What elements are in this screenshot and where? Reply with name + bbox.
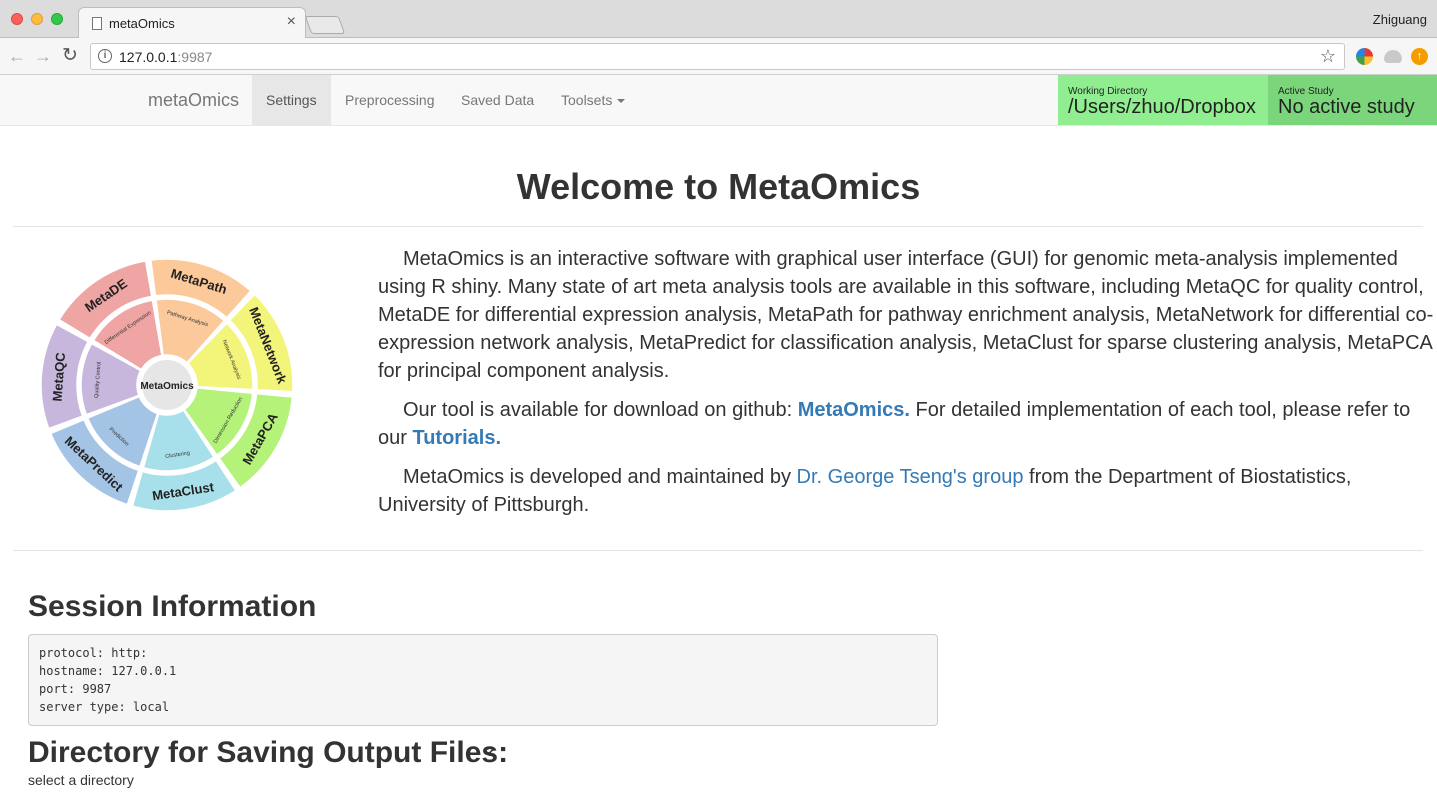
extension-color-icon[interactable] <box>1356 48 1373 65</box>
address-toolbar: ← → ↻ i 127.0.0.1:9987 ☆ ↑ <box>0 38 1437 75</box>
tutorials-link[interactable]: Tutorials. <box>412 427 501 449</box>
reload-icon[interactable]: ↻ <box>62 46 78 66</box>
help-icon[interactable]: ? <box>486 744 494 759</box>
tab-settings[interactable]: Settings <box>252 75 331 125</box>
tab-preprocessing[interactable]: Preprocessing <box>331 75 449 125</box>
tab-saved-data[interactable]: Saved Data <box>447 75 548 125</box>
new-tab-button[interactable] <box>304 16 346 34</box>
minimize-window-button[interactable] <box>31 13 43 25</box>
session-info-block: protocol: http: hostname: 127.0.0.1 port: … <box>28 634 938 726</box>
bookmark-star-icon[interactable]: ☆ <box>1320 46 1336 67</box>
active-study-value: No active study <box>1278 96 1415 118</box>
github-link[interactable]: MetaOmics. <box>798 399 910 421</box>
intro-text: MetaOmics is an interactive software wit… <box>378 245 1437 530</box>
directory-heading: Directory for Saving Output Files: <box>28 736 509 769</box>
caret-down-icon <box>617 99 626 104</box>
session-line: port: 9987 <box>39 682 112 696</box>
document-icon <box>92 17 102 30</box>
intro-p3-text-a: MetaOmics is developed and maintained by <box>403 466 797 488</box>
page-title: Welcome to MetaOmics <box>516 166 921 207</box>
url-text[interactable]: 127.0.0.1:9987 <box>119 49 212 65</box>
tab-close-icon[interactable]: × <box>287 13 296 31</box>
working-directory-box: Working Directory /Users/zhuo/Dropbox <box>1058 75 1268 125</box>
session-line: protocol: http: <box>39 646 148 660</box>
url-input[interactable]: i 127.0.0.1:9987 ☆ <box>90 43 1345 70</box>
back-icon[interactable]: ← <box>8 46 26 66</box>
select-directory-label: select a directory <box>28 772 134 788</box>
navbar-brand[interactable]: metaOmics <box>148 90 239 111</box>
close-window-button[interactable] <box>11 13 23 25</box>
intro-paragraph-2: Our tool is available for download on gi… <box>378 396 1437 452</box>
url-port: :9987 <box>177 49 213 65</box>
tseng-group-link[interactable]: Dr. George Tseng's group <box>797 466 1024 488</box>
intro-p2-text-a: Our tool is available for download on gi… <box>403 399 798 421</box>
extension-update-icon[interactable]: ↑ <box>1411 48 1428 65</box>
forward-icon[interactable]: → <box>34 46 52 66</box>
session-heading: Session Information <box>28 590 317 623</box>
metaomics-logo: MetaDEDifferential ExpressionMetaPathPat… <box>40 258 294 512</box>
extension-cloud-icon[interactable] <box>1384 50 1402 63</box>
tab-title: metaOmics <box>109 16 175 31</box>
tab-toolsets-label: Toolsets <box>561 92 613 108</box>
profile-name[interactable]: Zhiguang <box>1373 12 1427 27</box>
intro-paragraph-3: MetaOmics is developed and maintained by… <box>378 463 1437 519</box>
maximize-window-button[interactable] <box>51 13 63 25</box>
working-directory-value: /Users/zhuo/Dropbox <box>1068 96 1256 118</box>
app-navbar: metaOmics Settings Preprocessing Saved D… <box>0 75 1437 126</box>
session-line: server type: local <box>39 700 170 714</box>
browser-tab-bar: metaOmics × Zhiguang <box>0 0 1437 39</box>
url-host: 127.0.0.1 <box>119 49 178 65</box>
session-line: hostname: 127.0.0.1 <box>39 664 177 678</box>
logo-center-label: MetaOmics <box>140 381 194 392</box>
divider <box>13 226 1423 227</box>
active-study-box: Active Study No active study <box>1268 75 1437 125</box>
browser-tab[interactable]: metaOmics × <box>78 7 306 39</box>
tab-toolsets[interactable]: Toolsets <box>547 75 639 125</box>
site-info-icon[interactable]: i <box>98 49 112 63</box>
intro-paragraph-1: MetaOmics is an interactive software wit… <box>378 248 1434 382</box>
divider <box>13 550 1423 551</box>
